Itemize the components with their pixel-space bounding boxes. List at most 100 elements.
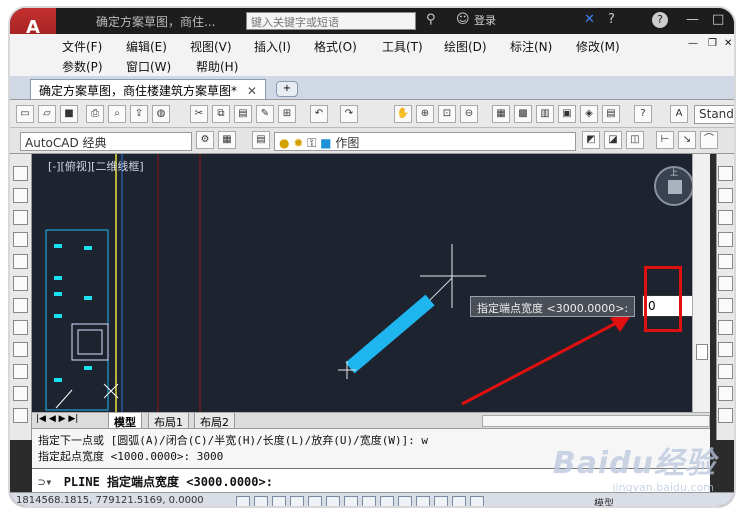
ortho-mode-toggle[interactable] bbox=[290, 496, 304, 506]
selection-cycling-toggle[interactable] bbox=[470, 496, 484, 506]
viewcube-face[interactable] bbox=[668, 180, 682, 194]
layer-select[interactable]: ● ✹ ⚿ ■ 作图 bbox=[274, 132, 576, 151]
scroll-thumb[interactable] bbox=[696, 344, 708, 360]
drawing-canvas[interactable]: [-][俯视][二维线框] 上 指定端点宽度 <3000.0000>: 0 bbox=[32, 154, 692, 412]
transparency-toggle[interactable] bbox=[434, 496, 448, 506]
tab-layout1[interactable]: 布局1 bbox=[148, 413, 189, 429]
quick-properties-toggle[interactable] bbox=[452, 496, 466, 506]
spline-tool-icon[interactable] bbox=[13, 342, 28, 357]
scale-icon[interactable] bbox=[718, 320, 733, 335]
ellipse-tool-icon[interactable] bbox=[13, 364, 28, 379]
menu-draw[interactable]: 绘图(D) bbox=[444, 38, 487, 55]
grid-display-toggle[interactable] bbox=[272, 496, 286, 506]
horizontal-scrollbar[interactable] bbox=[482, 415, 710, 427]
polyline-tool-icon[interactable] bbox=[13, 210, 28, 225]
offset-icon[interactable] bbox=[718, 232, 733, 247]
revision-cloud-icon[interactable] bbox=[13, 320, 28, 335]
array-icon[interactable] bbox=[718, 254, 733, 269]
match-properties-icon[interactable]: ✎ bbox=[256, 105, 274, 123]
exchange-icon[interactable]: ✕ bbox=[584, 12, 595, 27]
undo-icon[interactable]: ↶ bbox=[310, 105, 328, 123]
aligned-dimension-icon[interactable]: ↘ bbox=[678, 131, 696, 149]
menu-modify[interactable]: 修改(M) bbox=[576, 38, 620, 55]
polar-tracking-toggle[interactable] bbox=[308, 496, 322, 506]
model-space-label[interactable]: 模型 bbox=[594, 495, 614, 506]
snap-mode-toggle[interactable] bbox=[254, 496, 268, 506]
3d-osnap-toggle[interactable] bbox=[344, 496, 358, 506]
menu-tools[interactable]: 工具(T) bbox=[382, 38, 423, 55]
doc-restore-icon[interactable]: ❐ bbox=[708, 38, 717, 49]
copy-object-icon[interactable] bbox=[718, 188, 733, 203]
save-icon[interactable]: ■ bbox=[60, 105, 78, 123]
plot-icon[interactable]: ⎙ bbox=[86, 105, 104, 123]
menu-edit[interactable]: 编辑(E) bbox=[126, 38, 167, 55]
minimize-icon[interactable]: — bbox=[686, 12, 699, 27]
tab-nav-arrows-icon[interactable]: |◀ ◀ ▶ ▶| bbox=[36, 414, 78, 424]
trim-icon[interactable] bbox=[718, 364, 733, 379]
menu-insert[interactable]: 插入(I) bbox=[254, 38, 291, 55]
zoom-previous-icon[interactable]: ⊖ bbox=[460, 105, 478, 123]
arc-tool-icon[interactable] bbox=[13, 276, 28, 291]
properties-icon[interactable]: ▦ bbox=[492, 105, 510, 123]
cut-icon[interactable]: ✂ bbox=[190, 105, 208, 123]
menu-help[interactable]: 帮助(H) bbox=[196, 58, 238, 75]
tab-model[interactable]: 模型 bbox=[108, 413, 142, 429]
paste-icon[interactable]: ▤ bbox=[234, 105, 252, 123]
doc-minimize-icon[interactable]: — bbox=[688, 38, 698, 49]
make-current-layer-icon[interactable]: ◩ bbox=[582, 131, 600, 149]
layer-manager-icon[interactable]: ▤ bbox=[252, 131, 270, 149]
maximize-icon[interactable]: □ bbox=[712, 12, 724, 27]
zoom-realtime-icon[interactable]: ⊕ bbox=[416, 105, 434, 123]
publish-icon[interactable]: ⇪ bbox=[130, 105, 148, 123]
copy-icon[interactable]: ⧉ bbox=[212, 105, 230, 123]
dynamic-ucs-toggle[interactable] bbox=[380, 496, 394, 506]
extend-icon[interactable] bbox=[718, 386, 733, 401]
tool-palettes-icon[interactable]: ▥ bbox=[536, 105, 554, 123]
pan-icon[interactable]: ✋ bbox=[394, 105, 412, 123]
construction-line-icon[interactable] bbox=[13, 188, 28, 203]
arc-length-icon[interactable]: ⌒ bbox=[700, 131, 718, 149]
quickcalc-icon[interactable]: ▤ bbox=[602, 105, 620, 123]
text-style-select[interactable]: Stand bbox=[694, 105, 734, 124]
design-center-icon[interactable]: ▩ bbox=[514, 105, 532, 123]
lineweight-toggle[interactable] bbox=[416, 496, 430, 506]
insert-block-icon[interactable] bbox=[13, 408, 28, 423]
help-toolbar-icon[interactable]: ? bbox=[634, 105, 652, 123]
infer-constraints-toggle[interactable] bbox=[236, 496, 250, 506]
polygon-tool-icon[interactable] bbox=[13, 232, 28, 247]
search-input[interactable]: 键入关键字或短语 bbox=[246, 12, 416, 30]
stretch-icon[interactable] bbox=[718, 342, 733, 357]
document-tab[interactable]: 确定方案草图，商住楼建筑方案草图* ✕ bbox=[30, 79, 266, 99]
menu-dimension[interactable]: 标注(N) bbox=[510, 38, 552, 55]
object-snap-toggle[interactable] bbox=[326, 496, 340, 506]
rotate-icon[interactable] bbox=[718, 298, 733, 313]
binoculars-icon[interactable]: ⚲ bbox=[426, 12, 436, 27]
vertical-scrollbar[interactable] bbox=[692, 154, 710, 412]
workspace-toggle-icon[interactable]: ▦ bbox=[218, 131, 236, 149]
new-tab-icon[interactable]: + bbox=[276, 81, 298, 97]
user-icon[interactable]: ☺ bbox=[456, 12, 470, 27]
menu-parameters[interactable]: 参数(P) bbox=[62, 58, 103, 75]
dynamic-input-toggle[interactable] bbox=[398, 496, 412, 506]
3d-dwf-icon[interactable]: ◍ bbox=[152, 105, 170, 123]
layer-state-icon[interactable]: ◫ bbox=[626, 131, 644, 149]
rectangle-tool-icon[interactable] bbox=[13, 254, 28, 269]
explode-icon[interactable] bbox=[718, 408, 733, 423]
viewport-label[interactable]: [-][俯视][二维线框] bbox=[48, 158, 144, 174]
circle-tool-icon[interactable] bbox=[13, 298, 28, 313]
help-icon[interactable]: ? bbox=[608, 12, 615, 27]
workspace-select[interactable]: AutoCAD 经典 bbox=[20, 132, 192, 151]
text-style-icon[interactable]: A bbox=[670, 105, 688, 123]
linear-dimension-icon[interactable]: ⊢ bbox=[656, 131, 674, 149]
viewcube[interactable]: 上 bbox=[654, 166, 692, 206]
line-tool-icon[interactable] bbox=[13, 166, 28, 181]
ellipse-arc-icon[interactable] bbox=[13, 386, 28, 401]
new-icon[interactable]: ▭ bbox=[16, 105, 34, 123]
login-link[interactable]: 登录 bbox=[474, 12, 496, 28]
menu-view[interactable]: 视图(V) bbox=[190, 38, 232, 55]
layer-previous-icon[interactable]: ◪ bbox=[604, 131, 622, 149]
mirror-icon[interactable] bbox=[718, 210, 733, 225]
move-icon[interactable] bbox=[718, 276, 733, 291]
object-snap-tracking-toggle[interactable] bbox=[362, 496, 376, 506]
tab-close-icon[interactable]: ✕ bbox=[247, 84, 257, 98]
